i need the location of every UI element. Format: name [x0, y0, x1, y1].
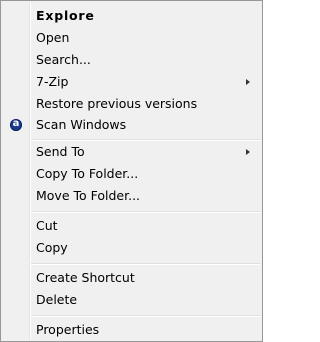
menu-item-label: Delete	[36, 292, 78, 307]
menu-item-copy-to-folder[interactable]: Copy To Folder...	[3, 163, 260, 185]
menu-item-open[interactable]: Open	[3, 27, 260, 49]
menu-item-label: Properties	[36, 322, 100, 337]
menu-separator	[31, 263, 260, 265]
menu-item-7zip[interactable]: 7-Zip	[3, 71, 260, 93]
menu-item-label: Send To	[36, 144, 85, 159]
menu-item-restore-previous-versions[interactable]: Restore previous versions	[3, 93, 260, 115]
menu-item-properties[interactable]: Properties	[3, 319, 260, 341]
menu-item-label: Open	[36, 30, 70, 45]
menu-separator	[31, 211, 260, 213]
menu-item-scan-windows[interactable]: Scan Windows	[3, 114, 260, 136]
menu-item-search[interactable]: Search...	[3, 49, 260, 71]
menu-item-label: Restore previous versions	[36, 96, 198, 111]
menu-item-label: Cut	[36, 218, 58, 233]
antivirus-a-icon	[10, 114, 22, 134]
menu-item-label: Scan Windows	[36, 117, 127, 132]
menu-item-label: Explore	[36, 8, 95, 23]
context-menu: Explore Open Search... 7-Zip Restore pre…	[0, 0, 263, 342]
menu-item-label: Search...	[36, 52, 91, 67]
menu-item-send-to[interactable]: Send To	[3, 141, 260, 163]
menu-separator	[31, 315, 260, 317]
menu-item-label: Copy To Folder...	[36, 166, 139, 181]
submenu-arrow-icon	[246, 149, 250, 155]
menu-item-label: 7-Zip	[36, 74, 69, 89]
submenu-arrow-icon	[246, 79, 250, 85]
menu-item-label: Copy	[36, 240, 68, 255]
menu-item-explore[interactable]: Explore	[3, 5, 260, 27]
menu-item-create-shortcut[interactable]: Create Shortcut	[3, 267, 260, 289]
menu-item-label: Create Shortcut	[36, 270, 135, 285]
menu-item-cut[interactable]: Cut	[3, 215, 260, 237]
menu-item-label: Move To Folder...	[36, 188, 141, 203]
menu-item-copy[interactable]: Copy	[3, 237, 260, 259]
menu-item-move-to-folder[interactable]: Move To Folder...	[3, 185, 260, 207]
menu-item-delete[interactable]: Delete	[3, 289, 260, 311]
